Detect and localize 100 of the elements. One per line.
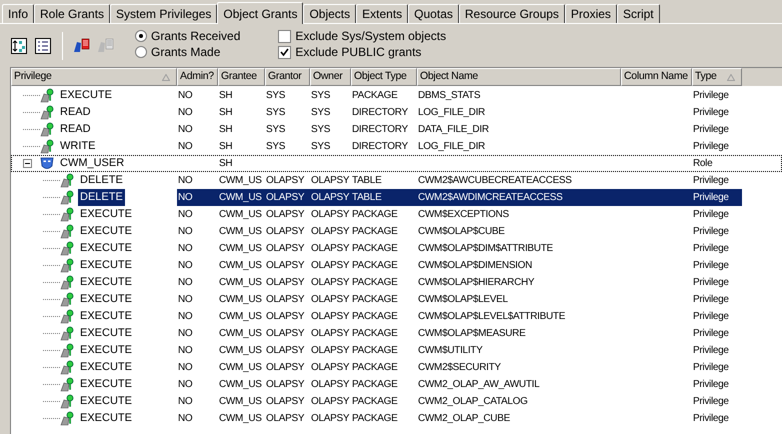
type-cell: Privilege (693, 345, 729, 356)
owner-cell: SYS (311, 141, 330, 152)
tab[interactable]: Object Grants (217, 2, 304, 24)
table-row[interactable]: EXECUTE NO CWM_US OLAPSY OLAPSY PACKAGE CWM$OLAP$LEVEL$ATTRIBUTE Privilege (11, 308, 782, 325)
owner-cell: OLAPSY (311, 175, 350, 186)
type-cell: Privilege (693, 294, 729, 305)
grantor-cell: OLAPSY (266, 413, 304, 424)
key-icon (60, 190, 74, 205)
privilege-cell-text: EXECUTE (79, 258, 133, 273)
privilege-cell-text: EXECUTE (79, 241, 133, 256)
admin-cell: NO (178, 141, 192, 152)
checkbox[interactable] (278, 30, 292, 42)
object-name-cell: CWM$OLAP$CUBE (418, 226, 505, 237)
key-icon (60, 394, 74, 409)
column-header[interactable]: Column Name (621, 68, 692, 86)
column-header[interactable]: Privilege (11, 68, 177, 86)
admin-cell: NO (178, 413, 192, 424)
type-cell: Privilege (693, 328, 729, 339)
object-type-cell: PACKAGE (352, 362, 398, 373)
tab[interactable]: Role Grants (34, 4, 110, 23)
table-row[interactable]: EXECUTE NO SH SYS SYS PACKAGE DBMS_STATS Privilege (11, 87, 782, 104)
type-cell: Privilege (693, 226, 729, 237)
column-header[interactable]: Object Name (417, 68, 621, 86)
admin-cell: NO (178, 379, 192, 390)
grantee-cell: CWM_US (219, 345, 262, 356)
collapse-icon[interactable] (23, 159, 32, 168)
table-row[interactable]: EXECUTE NO CWM_US OLAPSY OLAPSY PACKAGE CWM$EXCEPTIONS Privilege (11, 206, 782, 223)
column-header[interactable]: Type (692, 68, 742, 86)
grantee-cell: CWM_US (219, 328, 262, 339)
owner-cell: OLAPSY (311, 311, 350, 322)
table-row[interactable]: DELETE NO CWM_US OLAPSY OLAPSY TABLE CWM2$AWCUBECREATEACCESS Privilege (11, 172, 782, 189)
admin-cell: NO (178, 107, 192, 118)
privilege-cell-text: EXECUTE (79, 326, 133, 341)
table-row[interactable]: EXECUTE NO CWM_US OLAPSY OLAPSY PACKAGE CWM$OLAP$DIM$ATTRIBUTE Privilege (11, 240, 782, 257)
table-row[interactable]: EXECUTE NO CWM_US OLAPSY OLAPSY PACKAGE CWM$OLAP$LEVEL Privilege (11, 291, 782, 308)
object-name-cell: LOG_FILE_DIR (418, 141, 485, 152)
table-row[interactable]: EXECUTE NO CWM_US OLAPSY OLAPSY PACKAGE CWM$OLAP$MEASURE Privilege (11, 325, 782, 342)
object-name-cell: CWM$EXCEPTIONS (418, 209, 509, 220)
column-header[interactable]: Grantee (218, 68, 265, 86)
table-row[interactable]: EXECUTE NO CWM_US OLAPSY OLAPSY PACKAGE CWM$OLAP$DIMENSION Privilege (11, 257, 782, 274)
privilege-cell-text: EXECUTE (59, 88, 113, 103)
object-type-cell: DIRECTORY (352, 107, 408, 118)
privilege-cell-text: EXECUTE (79, 411, 133, 426)
table-row[interactable]: EXECUTE NO CWM_US OLAPSY OLAPSY PACKAGE CWM$UTILITY Privilege (11, 342, 782, 359)
object-type-cell: PACKAGE (352, 209, 398, 220)
key-icon (60, 377, 74, 392)
object-name-cell: CWM2_OLAP_AW_AWUTIL (418, 379, 540, 390)
privilege-cell-text: EXECUTE (79, 292, 133, 307)
object-name-cell: CWM2_OLAP_CUBE (418, 413, 510, 424)
tab[interactable]: Quotas (408, 4, 459, 23)
grantor-cell: OLAPSY (266, 345, 304, 356)
owner-cell: OLAPSY (311, 294, 350, 305)
admin-cell: NO (178, 277, 192, 288)
column-header[interactable]: Object Type (351, 68, 417, 86)
object-type-cell: DIRECTORY (352, 141, 408, 152)
column-header[interactable]: Grantor (265, 68, 310, 86)
object-type-cell: TABLE (352, 175, 382, 186)
table-row[interactable]: EXECUTE NO CWM_US OLAPSY OLAPSY PACKAGE CWM$OLAP$HIERARCHY Privilege (11, 274, 782, 291)
table-row[interactable]: CWM_USER SH Role (11, 155, 782, 172)
tab[interactable]: System Privileges (110, 4, 218, 23)
key-icon (40, 122, 54, 137)
object-name-cell: CWM$OLAP$LEVEL$ATTRIBUTE (418, 311, 566, 322)
grantor-cell: OLAPSY (266, 311, 304, 322)
admin-cell: NO (178, 209, 192, 220)
radio-button[interactable] (135, 46, 147, 58)
table-row[interactable]: EXECUTE NO CWM_US OLAPSY OLAPSY PACKAGE CWM2_OLAP_CATALOG Privilege (11, 393, 782, 410)
table-row[interactable]: EXECUTE NO CWM_US OLAPSY OLAPSY PACKAGE CWM2_OLAP_AW_AWUTIL Privilege (11, 376, 782, 393)
owner-cell: SYS (311, 107, 330, 118)
mask-icon (40, 156, 54, 171)
tab[interactable]: Script (616, 4, 660, 23)
object-type-cell: PACKAGE (352, 90, 398, 101)
admin-cell: NO (178, 90, 192, 101)
list-view-button[interactable] (32, 35, 54, 57)
table-row[interactable]: EXECUTE NO CWM_US OLAPSY OLAPSY PACKAGE CWM2_OLAP_CUBE Privilege (11, 410, 782, 427)
grantor-cell: SYS (266, 141, 286, 152)
type-cell: Privilege (693, 413, 729, 424)
grantee-cell: SH (219, 90, 232, 101)
table-row[interactable]: READ NO SH SYS SYS DIRECTORY DATA_FILE_DIR Privilege (11, 121, 782, 138)
owner-cell: OLAPSY (311, 362, 350, 373)
column-header[interactable]: Admin? (177, 68, 218, 86)
type-cell: Privilege (693, 243, 729, 254)
table-row[interactable]: WRITE NO SH SYS SYS DIRECTORY LOG_FILE_DIR Privilege (11, 138, 782, 155)
column-header[interactable]: Owner (310, 68, 351, 86)
grantor-cell: OLAPSY (266, 277, 304, 288)
privilege-cell-text: EXECUTE (79, 394, 133, 409)
tab[interactable]: Proxies (564, 4, 617, 23)
object-name-cell: CWM$UTILITY (418, 345, 482, 356)
tree-view-button[interactable] (8, 35, 30, 57)
grantor-cell: SYS (266, 107, 286, 118)
table-row[interactable]: EXECUTE NO CWM_US OLAPSY OLAPSY PACKAGE CWM2$SECURITY Privilege (11, 359, 782, 376)
tab[interactable]: Resource Groups (458, 4, 565, 23)
grantee-cell: SH (219, 158, 232, 169)
table-row[interactable]: EXECUTE NO CWM_US OLAPSY OLAPSY PACKAGE CWM$OLAP$CUBE Privilege (11, 223, 782, 240)
table-row[interactable]: DELETE NO CWM_US OLAPSY OLAPSY TABLE CWM2$AWDIMCREATEACCESS Privilege (11, 189, 782, 206)
tab[interactable]: Objects (303, 4, 356, 23)
checkbox[interactable] (278, 46, 292, 58)
tab[interactable]: Info (2, 4, 34, 23)
radio-button[interactable] (135, 30, 147, 42)
tab[interactable]: Extents (356, 4, 408, 23)
table-row[interactable]: READ NO SH SYS SYS DIRECTORY LOG_FILE_DIR Privilege (11, 104, 782, 121)
